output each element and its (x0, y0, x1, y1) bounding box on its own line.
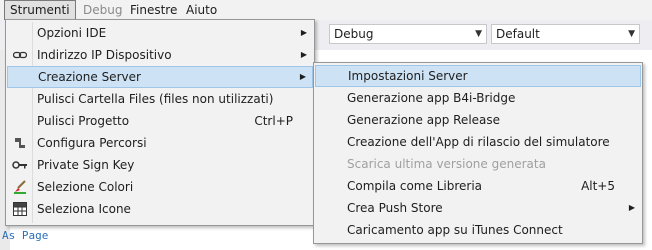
menu-item-pulisci-cartella[interactable]: Pulisci Cartella Files (files non utiliz… (7, 88, 313, 110)
submenu-item-generazione-bridge[interactable]: Generazione app B4i-Bridge (315, 87, 641, 109)
grid-icon (12, 201, 28, 217)
menu-item-label: Creazione Server (38, 70, 141, 84)
menu-item-label: Compila come Libreria (347, 179, 482, 193)
target-combo[interactable]: Default ▼ (491, 24, 640, 44)
wrench-icon (12, 135, 28, 151)
menu-debug[interactable]: Debug (78, 0, 127, 20)
menu-item-label: Configura Percorsi (37, 136, 147, 150)
menu-item-label: Crea Push Store (347, 201, 443, 215)
shortcut-label: Ctrl+P (254, 114, 293, 128)
menu-item-label: Seleziona Icone (37, 202, 131, 216)
menu-item-label: Generazione app Release (347, 113, 501, 127)
menu-item-label: Pulisci Cartella Files (files non utiliz… (37, 92, 274, 106)
menu-item-seleziona-icone[interactable]: Seleziona Icone (7, 198, 313, 220)
paint-brush-icon (12, 179, 28, 195)
menu-item-label: Selezione Colori (37, 180, 134, 194)
key-icon (12, 157, 28, 173)
submenu-arrow-icon: ▶ (300, 50, 307, 59)
menu-item-creazione-server[interactable]: Creazione Server ▶ (7, 66, 313, 88)
shortcut-label: Alt+5 (581, 179, 615, 193)
menu-strumenti[interactable]: Strumenti (4, 0, 76, 20)
chevron-down-icon: ▼ (628, 29, 635, 39)
menu-item-label: Opzioni IDE (37, 26, 107, 40)
menu-item-opzioni-ide[interactable]: Opzioni IDE ▶ (7, 22, 313, 44)
chevron-down-icon: ▼ (475, 29, 482, 39)
menu-item-label: Scarica ultima versione generata (347, 157, 546, 171)
code-line: As Page (2, 229, 49, 242)
menu-item-indirizzo-ip[interactable]: Indirizzo IP Dispositivo ▶ (7, 44, 313, 66)
menu-finestre[interactable]: Finestre (125, 0, 182, 20)
menu-item-label: Private Sign Key (37, 158, 135, 172)
menu-item-private-sign-key[interactable]: Private Sign Key (7, 154, 313, 176)
submenu-item-impostazioni-server[interactable]: Impostazioni Server (315, 65, 641, 87)
submenu-item-scarica-ultima: Scarica ultima versione generata (315, 153, 641, 175)
submenu-item-itunes-connect[interactable]: Caricamento app su iTunes Connect (315, 219, 641, 241)
submenu-item-generazione-release[interactable]: Generazione app Release (315, 109, 641, 131)
menu-aiuto[interactable]: Aiuto (181, 0, 222, 20)
build-config-combo[interactable]: Debug ▼ (329, 24, 487, 44)
menu-item-pulisci-progetto[interactable]: Pulisci Progetto Ctrl+P (7, 110, 313, 132)
menu-item-label: Impostazioni Server (348, 69, 468, 83)
menu-item-label: Pulisci Progetto (37, 114, 130, 128)
submenu-item-compila-libreria[interactable]: Compila come Libreria Alt+5 (315, 175, 641, 197)
menu-item-label: Indirizzo IP Dispositivo (37, 48, 172, 62)
submenu-arrow-icon: ▶ (299, 72, 306, 81)
submenu-item-simulatore[interactable]: Creazione dell'App di rilascio del simul… (315, 131, 641, 153)
menu-item-selezione-colori[interactable]: Selezione Colori (7, 176, 313, 198)
menu-item-label: Caricamento app su iTunes Connect (347, 223, 563, 237)
submenu-arrow-icon: ▶ (628, 203, 635, 212)
strumenti-menu: Opzioni IDE ▶ Indirizzo IP Dispositivo ▶… (5, 19, 315, 226)
menu-item-configura-percorsi[interactable]: Configura Percorsi (7, 132, 313, 154)
target-value: Default (496, 27, 540, 41)
build-config-value: Debug (334, 27, 374, 41)
submenu-arrow-icon: ▶ (300, 28, 307, 37)
menu-item-label: Creazione dell'App di rilascio del simul… (347, 135, 610, 149)
link-icon (12, 47, 28, 63)
creazione-server-submenu: Impostazioni Server Generazione app B4i-… (313, 62, 643, 244)
submenu-item-crea-push-store[interactable]: Crea Push Store ▶ (315, 197, 641, 219)
menu-bar: Strumenti Debug Finestre Aiuto (0, 0, 652, 20)
menu-item-label: Generazione app B4i-Bridge (347, 91, 516, 105)
